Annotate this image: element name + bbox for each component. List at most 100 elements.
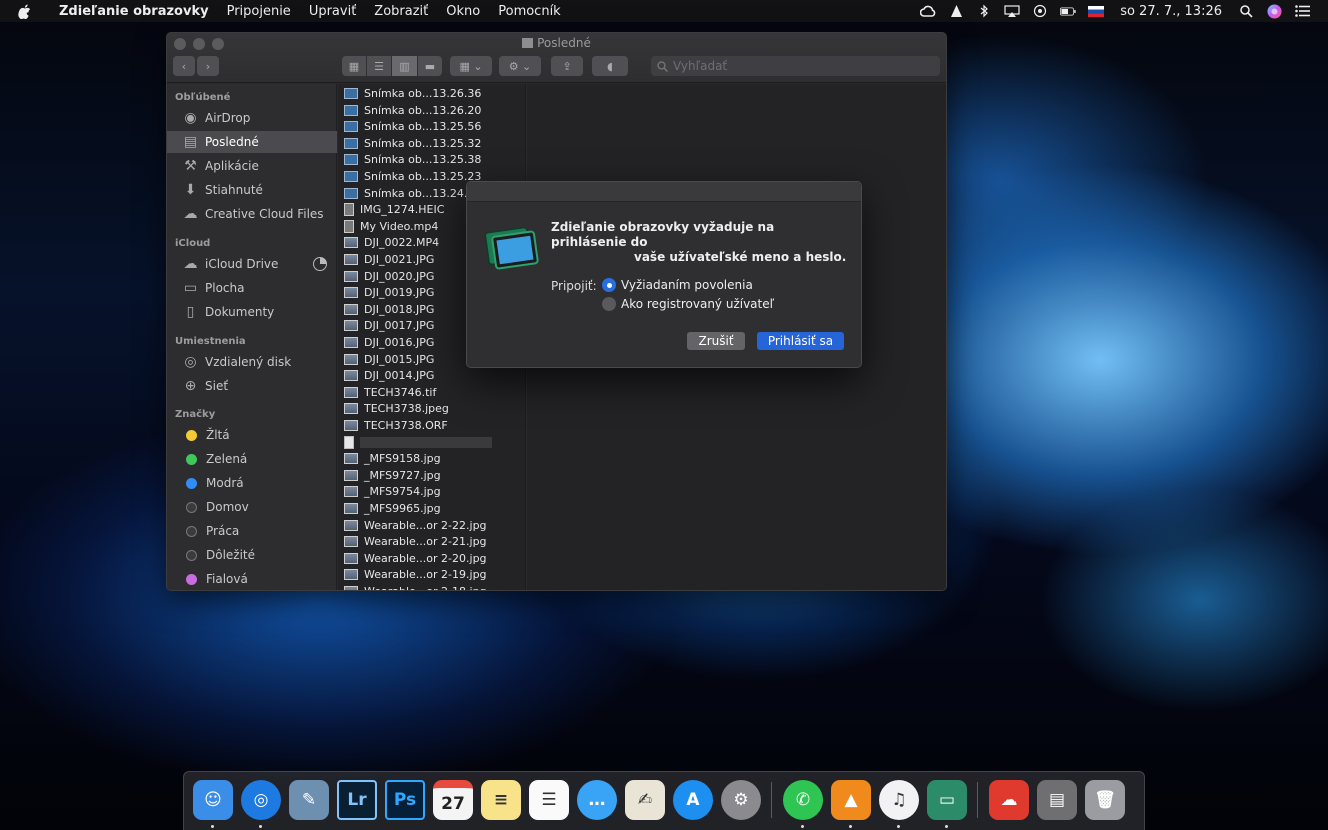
file-row[interactable]: TECH3738.ORF (338, 417, 525, 434)
app-menu[interactable]: Zdieľanie obrazovky (50, 4, 218, 19)
chevron-left-icon: ‹ (181, 59, 187, 73)
reminders-icon[interactable]: ☰ (529, 780, 569, 820)
file-row[interactable] (338, 434, 525, 451)
radio-selected-icon[interactable] (602, 278, 616, 292)
menubar-clock[interactable]: so 27. 7., 13:26 (1116, 4, 1226, 19)
app-store-icon[interactable]: A (673, 780, 713, 820)
file-row[interactable]: _MFS9965.jpg (338, 500, 525, 517)
file-row[interactable]: Wearable...or 2-21.jpg (338, 533, 525, 550)
sidebar-item-label: iCloud Drive (205, 257, 279, 271)
tags-button[interactable]: ◖ (592, 56, 628, 76)
airplay-icon[interactable] (1004, 4, 1020, 18)
menu-window[interactable]: Okno (437, 4, 489, 19)
photoshop-icon[interactable]: Ps (385, 780, 425, 820)
menu-help[interactable]: Pomocník (489, 4, 569, 19)
itunes-icon[interactable]: ♫ (879, 780, 919, 820)
file-row[interactable]: Wearable...or 2-18.jpg (338, 583, 525, 590)
system-preferences-icon[interactable]: ⚙ (721, 780, 761, 820)
radio-registered-user[interactable]: Ako registrovaný užívateľ (602, 297, 774, 311)
file-row[interactable]: Snímka ob...13.25.32 (338, 135, 525, 152)
tag-dot-icon (186, 453, 197, 465)
icon-view-button[interactable]: ▦ (342, 56, 366, 76)
file-row[interactable]: TECH3746.tif (338, 384, 525, 401)
radio-request-permission[interactable]: Vyžiadaním povolenia (602, 278, 753, 292)
file-row[interactable]: Wearable...or 2-19.jpg (338, 566, 525, 583)
file-row[interactable]: Snímka ob...13.26.36 (338, 85, 525, 102)
menu-connection[interactable]: Pripojenie (218, 4, 300, 19)
network-icon[interactable] (1032, 4, 1048, 18)
login-button[interactable]: Prihlásiť sa (757, 332, 844, 350)
flag-icon[interactable] (1088, 4, 1105, 18)
file-name: _MFS9158.jpg (364, 452, 441, 466)
share-button[interactable]: ⇪ (551, 56, 583, 76)
messages-icon[interactable]: … (577, 780, 617, 820)
sidebar-item-domov[interactable]: Domov (167, 496, 337, 518)
file-name-editing[interactable] (360, 436, 492, 448)
siri-icon[interactable] (1266, 4, 1282, 18)
apple-menu-icon[interactable] (18, 4, 36, 19)
whatsapp-icon[interactable]: ✆ (783, 780, 823, 820)
group-button[interactable]: ▦ ⌄ (450, 56, 492, 76)
creative-cloud-folder-icon[interactable]: ☁ (989, 780, 1029, 820)
sidebar-item-plocha[interactable]: ▭ Plocha (167, 277, 337, 299)
vlc-icon[interactable]: ▲ (831, 780, 871, 820)
vlc-icon[interactable] (948, 4, 964, 18)
sidebar-item-zelená[interactable]: Zelená (167, 448, 337, 470)
cancel-button[interactable]: Zrušiť (687, 332, 745, 350)
action-button[interactable]: ⚙ ⌄ (499, 56, 541, 76)
file-row[interactable]: TECH3738.jpeg (338, 400, 525, 417)
menu-edit[interactable]: Upraviť (300, 4, 365, 19)
file-row[interactable]: Wearable...or 2-20.jpg (338, 550, 525, 567)
image-file-icon (344, 536, 358, 548)
search-input[interactable]: Vyhľadať (651, 56, 940, 76)
sidebar-item-airdrop[interactable]: ◉ AirDrop (167, 107, 337, 129)
sidebar-item-aplikácie[interactable]: ⚒ Aplikácie (167, 155, 337, 177)
video-file-icon (344, 219, 354, 233)
file-row[interactable]: _MFS9727.jpg (338, 467, 525, 484)
spotlight-icon[interactable] (1238, 4, 1254, 18)
sidebar-item-modrá[interactable]: Modrá (167, 472, 337, 494)
radio-registered-label: Ako registrovaný užívateľ (621, 297, 775, 311)
file-name: DJI_0014.JPG (364, 369, 435, 383)
calendar-icon[interactable]: 27 (433, 780, 473, 820)
finder-icon[interactable]: ☺ (193, 780, 233, 820)
bluetooth-icon[interactable] (976, 4, 992, 18)
notification-center-icon[interactable] (1294, 4, 1310, 18)
sidebar-item-dokumenty[interactable]: ▯ Dokumenty (167, 301, 337, 323)
file-row[interactable]: _MFS9754.jpg (338, 483, 525, 500)
creative-cloud-icon[interactable] (920, 4, 936, 18)
sidebar-item-stiahnuté[interactable]: ⬇ Stiahnuté (167, 179, 337, 201)
lightroom-icon[interactable]: Lr (337, 780, 377, 820)
safari-icon[interactable]: ◎ (241, 780, 281, 820)
file-row[interactable]: Snímka ob...13.25.56 (338, 118, 525, 135)
file-row[interactable]: _MFS9158.jpg (338, 450, 525, 467)
sidebar-item-creative-cloud-files[interactable]: ☁ Creative Cloud Files (167, 203, 337, 225)
notes-icon[interactable]: ≡ (481, 780, 521, 820)
trash-icon[interactable]: 🗑 (1085, 780, 1125, 820)
battery-icon[interactable] (1060, 4, 1076, 18)
sidebar-item-label: AirDrop (205, 111, 251, 125)
sidebar-item-posledné[interactable]: ▤ Posledné (167, 131, 337, 153)
textedit-icon[interactable]: ✍ (625, 780, 665, 820)
downloads-stack-icon[interactable]: ▤ (1037, 780, 1077, 820)
sidebar-item-fialová[interactable]: Fialová (167, 568, 337, 590)
back-button[interactable]: ‹ (173, 56, 195, 76)
menu-view[interactable]: Zobraziť (365, 4, 437, 19)
column-view-button[interactable]: ▥ (392, 56, 417, 76)
gallery-view-button[interactable]: ▬ (418, 56, 442, 76)
file-row[interactable]: DJI_0014.JPG (338, 367, 525, 384)
sidebar-item-vzdialený-disk[interactable]: ◎ Vzdialený disk (167, 351, 337, 373)
sidebar-item-sieť[interactable]: ⊕ Sieť (167, 375, 337, 397)
forward-button[interactable]: › (197, 56, 219, 76)
file-row[interactable]: Wearable...or 2-22.jpg (338, 517, 525, 534)
list-view-button[interactable]: ☰ (367, 56, 391, 76)
file-row[interactable]: Snímka ob...13.25.38 (338, 151, 525, 168)
sidebar-item-žltá[interactable]: Žltá (167, 424, 337, 446)
preview-icon[interactable]: ✎ (289, 780, 329, 820)
screen-sharing-icon[interactable]: ▭ (927, 780, 967, 820)
sidebar-item-dôležité[interactable]: Dôležité (167, 544, 337, 566)
sidebar-item-práca[interactable]: Práca (167, 520, 337, 542)
radio-unselected-icon[interactable] (602, 297, 616, 311)
sidebar-item-icloud-drive[interactable]: ☁ iCloud Drive (167, 253, 337, 275)
file-row[interactable]: Snímka ob...13.26.20 (338, 102, 525, 119)
